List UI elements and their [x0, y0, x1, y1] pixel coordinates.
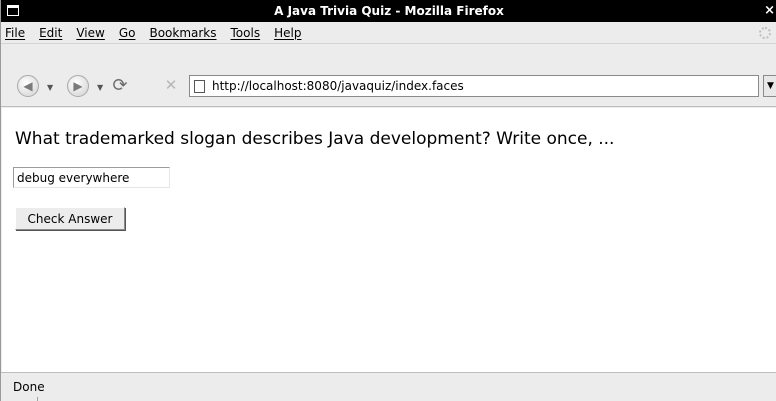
- menu-edit[interactable]: Edit: [39, 26, 62, 40]
- window-title: A Java Trivia Quiz - Mozilla Firefox: [274, 4, 504, 18]
- menu-bar: File Edit View Go Bookmarks Tools Help: [1, 22, 776, 44]
- answer-input[interactable]: [13, 167, 170, 188]
- quiz-question: What trademarked slogan describes Java d…: [15, 129, 615, 149]
- status-divider: [37, 397, 38, 401]
- url-dropdown-icon[interactable]: ▼: [763, 75, 776, 97]
- window-menu-icon[interactable]: [7, 5, 19, 16]
- throbber-icon: [759, 27, 771, 39]
- check-answer-button[interactable]: Check Answer: [15, 207, 125, 230]
- address-bar[interactable]: http://localhost:8080/javaquiz/index.fac…: [189, 75, 759, 97]
- menu-tools[interactable]: Tools: [231, 26, 261, 40]
- page-icon: [194, 79, 205, 93]
- menu-bookmarks[interactable]: Bookmarks: [149, 26, 216, 40]
- browser-window: A Java Trivia Quiz - Mozilla Firefox × F…: [0, 0, 776, 401]
- menu-file[interactable]: File: [5, 26, 25, 40]
- menu-help[interactable]: Help: [274, 26, 301, 40]
- menu-go[interactable]: Go: [119, 26, 136, 40]
- page-content: What trademarked slogan describes Java d…: [2, 108, 776, 372]
- status-text: Done: [13, 380, 45, 394]
- menu-view[interactable]: View: [76, 26, 104, 40]
- back-arrow-icon[interactable]: ◀: [17, 75, 39, 97]
- stop-icon[interactable]: ✕: [161, 75, 181, 95]
- status-bar: Done: [1, 372, 776, 401]
- forward-history-dropdown-icon[interactable]: ▼: [97, 83, 103, 92]
- forward-arrow-icon[interactable]: ▶: [67, 75, 89, 97]
- back-history-dropdown-icon[interactable]: ▼: [47, 83, 53, 92]
- url-text[interactable]: http://localhost:8080/javaquiz/index.fac…: [212, 79, 464, 93]
- close-icon[interactable]: ×: [764, 3, 775, 18]
- title-bar: A Java Trivia Quiz - Mozilla Firefox ×: [1, 0, 776, 22]
- navigation-toolbar: ◀ ▼ ▶ ▼ ⟳ ✕ http://localhost:8080/javaqu…: [1, 45, 776, 107]
- reload-icon[interactable]: ⟳: [109, 74, 131, 96]
